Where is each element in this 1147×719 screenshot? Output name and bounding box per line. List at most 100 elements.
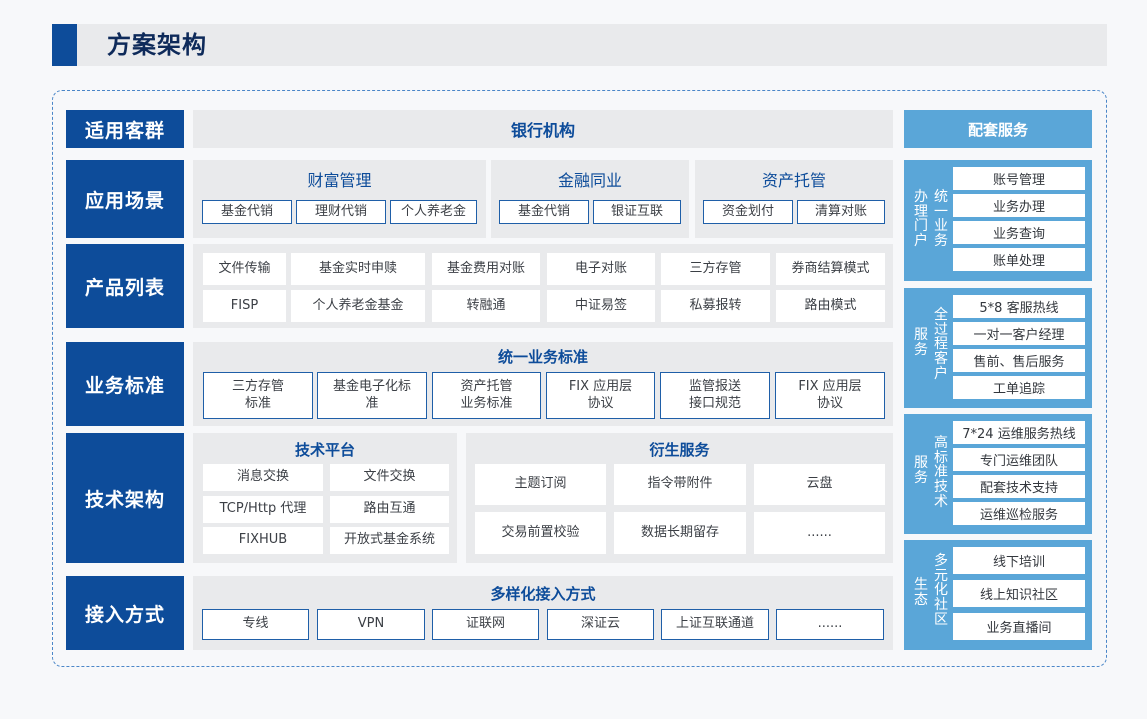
access-item: ...... — [776, 609, 884, 640]
product-item: 转融通 — [432, 290, 540, 322]
service-group-label-b: 全过程客户 — [934, 307, 948, 382]
scenario-item: 银证互联 — [593, 200, 681, 224]
product-item: 中证易签 — [547, 290, 655, 322]
title-accent — [52, 24, 77, 66]
tech-platform-item: TCP/Http 代理 — [203, 496, 323, 523]
service-item: 运维巡检服务 — [953, 502, 1085, 525]
standard-item-line1: 资产托管 — [460, 379, 513, 395]
standard-item-line1: 基金电子化标 — [332, 379, 411, 395]
service-group-tech: 服务 高标准技术 7*24 运维服务热线 专门运维团队 配套技术支持 运维巡检服… — [904, 414, 1092, 534]
scenario-item: 基金代销 — [202, 200, 292, 224]
service-group-label-a: 办理门户 — [914, 189, 928, 250]
access-item: 证联网 — [432, 609, 539, 640]
scenario-item: 清算对账 — [797, 200, 885, 224]
service-group-community: 生态 多元化社区 线下培训 线上知识社区 业务直播间 — [904, 540, 1092, 650]
access-item: VPN — [317, 609, 425, 640]
service-item: 线下培训 — [953, 547, 1085, 574]
tech-platform-item: 路由互通 — [330, 496, 449, 523]
tech-platform-item: 消息交换 — [203, 464, 323, 491]
scenario-item: 理财代销 — [296, 200, 386, 224]
service-group-label-b: 多元化社区 — [934, 553, 948, 628]
access-item: 深证云 — [547, 609, 654, 640]
service-item: 线上知识社区 — [953, 580, 1085, 607]
standard-item-line2: 准 — [365, 395, 379, 411]
access-item: 专线 — [202, 609, 309, 640]
standard-item: 监管报送 接口规范 — [660, 372, 770, 419]
service-group-label-b: 高标准技术 — [934, 435, 948, 510]
product-item: 基金费用对账 — [432, 253, 540, 285]
standard-item: 基金电子化标准 — [317, 372, 427, 419]
customers-panel: 银行机构 — [193, 110, 893, 148]
service-group-label-a: 服务 — [914, 455, 928, 486]
standard-item-line1: FIX 应用层 — [798, 379, 862, 395]
scenario-custody-title: 资产托管 — [761, 171, 826, 190]
header-scenarios: 应用场景 — [66, 160, 184, 238]
access-item: 上证互联通道 — [661, 609, 769, 640]
standards-panel: 统一业务标准 三方存管 标准 基金电子化标准 资产托管 业务标准 FIX 应用层 协议… — [193, 342, 893, 426]
service-item: 一对一客户经理 — [953, 322, 1085, 345]
header-customers: 适用客群 — [66, 110, 184, 148]
product-item: FISP — [203, 290, 286, 322]
service-item: 售前、售后服务 — [953, 349, 1085, 372]
title-bar: 方案架构 — [52, 24, 1107, 66]
header-products: 产品列表 — [66, 244, 184, 328]
standard-item-line2: 接口规范 — [688, 395, 741, 411]
tech-derived-title: 衍生服务 — [649, 440, 710, 459]
product-item: 电子对账 — [547, 253, 655, 285]
product-item: 基金实时申赎 — [291, 253, 425, 285]
standard-item-line2: 协议 — [816, 395, 843, 411]
access-panel: 多样化接入方式 专线 VPN 证联网 深证云 上证互联通道 ...... — [193, 576, 893, 650]
header-standards: 业务标准 — [66, 342, 184, 426]
tech-platform-item: FIXHUB — [203, 527, 323, 554]
standard-item-line1: FIX 应用层 — [568, 379, 633, 395]
standard-item: FIX 应用层 协议 — [546, 372, 655, 419]
standard-item: 资产托管 业务标准 — [432, 372, 541, 419]
product-item: 路由模式 — [776, 290, 885, 322]
service-item: 账单处理 — [953, 248, 1085, 271]
bank-institution-label: 银行机构 — [510, 121, 575, 140]
service-item: 工单追踪 — [953, 376, 1085, 399]
page-title: 方案架构 — [107, 31, 207, 59]
tech-derived-item: 数据长期留存 — [614, 512, 746, 554]
standard-item-line2: 协议 — [587, 395, 614, 411]
product-item: 三方存管 — [661, 253, 770, 285]
product-item: 个人养老金基金 — [291, 290, 425, 322]
service-group-portal: 办理门户 统一业务 账号管理 业务办理 业务查询 账单处理 — [904, 160, 1092, 281]
standard-item-line2: 标准 — [244, 395, 271, 411]
standard-item-line2: 业务标准 — [460, 395, 513, 411]
service-item: 账号管理 — [953, 167, 1085, 190]
access-title: 多样化接入方式 — [490, 584, 596, 603]
service-item: 业务直播间 — [953, 613, 1085, 640]
service-item: 专门运维团队 — [953, 448, 1085, 471]
tech-derived-item: ...... — [754, 512, 885, 554]
scenario-wealth: 财富管理 基金代销 理财代销 个人养老金 — [193, 160, 486, 238]
service-group-label-a: 服务 — [914, 327, 928, 358]
standard-item-line1: 监管报送 — [688, 379, 741, 395]
services-header: 配套服务 — [904, 110, 1092, 148]
scenario-item: 基金代销 — [499, 200, 589, 224]
tech-derived-panel: 衍生服务 主题订阅 指令带附件 云盘 交易前置校验 数据长期留存 ...... — [466, 433, 893, 563]
tech-derived-item: 指令带附件 — [614, 464, 746, 505]
tech-platform-item: 开放式基金系统 — [330, 527, 449, 554]
header-tech: 技术架构 — [66, 433, 184, 563]
service-item: 业务办理 — [953, 194, 1085, 217]
service-item: 5*8 客服热线 — [953, 295, 1085, 318]
tech-platform-panel: 技术平台 消息交换 文件交换 TCP/Http 代理 路由互通 FIXHUB 开… — [193, 433, 457, 563]
tech-platform-title: 技术平台 — [294, 440, 355, 459]
product-item: 私募报转 — [661, 290, 770, 322]
standard-item-line1: 三方存管 — [231, 379, 284, 395]
tech-platform-item: 文件交换 — [330, 464, 449, 491]
tech-derived-item: 交易前置校验 — [475, 512, 606, 554]
service-group-label-b: 统一业务 — [934, 189, 948, 250]
standard-item: FIX 应用层 协议 — [775, 372, 885, 419]
standards-title: 统一业务标准 — [497, 347, 588, 366]
service-item: 配套技术支持 — [953, 475, 1085, 498]
header-access: 接入方式 — [66, 576, 184, 650]
service-item: 业务查询 — [953, 221, 1085, 244]
service-group-label-a: 生态 — [914, 577, 928, 608]
scenario-wealth-title: 财富管理 — [307, 171, 372, 190]
tech-derived-item: 云盘 — [754, 464, 885, 505]
scenario-item: 个人养老金 — [390, 200, 477, 224]
product-item: 文件传输 — [203, 253, 286, 285]
scenario-interbank: 金融同业 基金代销 银证互联 — [491, 160, 689, 238]
